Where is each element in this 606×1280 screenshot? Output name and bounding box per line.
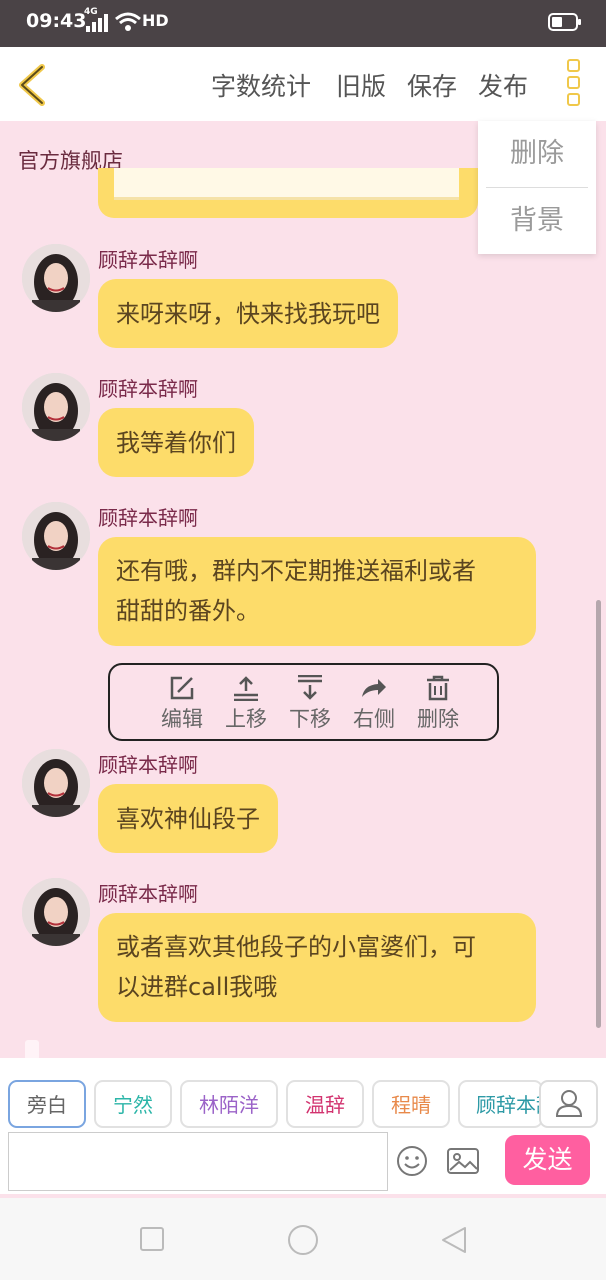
battery-icon [548,13,581,31]
delete-label: 删除 [417,707,459,731]
move-down-icon [298,675,322,700]
move-up-icon [234,676,258,701]
home-icon[interactable] [287,1224,319,1256]
role-tab[interactable]: 程晴 [372,1080,450,1128]
status-bar: 09:43 4G HD [0,0,606,47]
hd-indicator: HD [142,11,169,30]
message-input[interactable] [8,1132,388,1191]
message-text-line: 还有哦，群内不定期推送福利或者 [116,557,476,585]
message-text: 我等着你们 [116,428,236,457]
send-button[interactable]: 发送 [505,1135,590,1185]
avatar[interactable] [22,502,90,570]
sender-name: 顾辞本辞啊 [98,753,198,777]
right-side-action[interactable]: 右侧 [342,665,406,739]
avatar[interactable] [22,749,90,817]
move-up-label: 上移 [225,707,267,731]
role-tab[interactable]: 宁然 [94,1080,172,1128]
message-action-toolbar: 编辑 上移 下移 右侧 删除 [108,663,499,741]
avatar[interactable] [22,878,90,946]
message-text-line: 甜甜的番外。 [116,597,260,625]
role-tab[interactable]: 温辞 [286,1080,364,1128]
message-text-line: 以进群call我哦 [116,973,278,1001]
avatar[interactable] [22,373,90,441]
message-text: 来呀来呀，快来找我玩吧 [116,299,380,328]
word-count-button[interactable]: 字数统计 [211,67,311,103]
edit-label: 编辑 [161,707,203,731]
sender-name: 顾辞本辞啊 [98,882,198,906]
move-down-action[interactable]: 下移 [278,665,342,739]
message-text: 喜欢神仙段子 [116,804,260,833]
message-bubble[interactable]: 或者喜欢其他段子的小富婆们，可 以进群call我哦 [98,913,536,1022]
right-side-label: 右侧 [353,707,395,731]
sender-name: 顾辞本辞啊 [98,248,198,272]
move-down-label: 下移 [289,707,331,731]
message-text-line: 或者喜欢其他段子的小富婆们，可 [116,933,476,961]
role-tab[interactable]: 林陌洋 [180,1080,278,1128]
old-version-button[interactable]: 旧版 [336,67,386,103]
wifi-icon [115,12,141,31]
scrollbar[interactable] [596,600,601,1028]
save-button[interactable]: 保存 [407,67,457,103]
drag-handle[interactable] [25,1040,39,1060]
message-bubble-partial[interactable] [98,168,478,218]
avatar[interactable] [22,244,90,312]
publish-button[interactable]: 发布 [478,67,528,103]
more-menu-dropdown: 删除 背景 [478,121,596,254]
menu-delete[interactable]: 删除 [478,121,596,187]
sender-name: 顾辞本辞啊 [98,377,198,401]
back-arrow-icon[interactable] [14,63,50,107]
delete-action[interactable]: 删除 [406,665,470,739]
recent-apps-icon[interactable] [139,1226,165,1252]
role-label: 顾辞本辞啊 [476,1093,541,1117]
menu-background[interactable]: 背景 [478,188,596,254]
role-label: 林陌洋 [199,1093,259,1117]
edit-action[interactable]: 编辑 [150,665,214,739]
role-label: 程晴 [391,1093,431,1117]
editor-header: 字数统计 旧版 保存 发布 [0,47,606,121]
move-up-action[interactable]: 上移 [214,665,278,739]
status-time: 09:43 [26,10,87,32]
role-label: 旁白 [27,1093,67,1117]
share-right-icon [362,679,386,697]
image-icon[interactable] [446,1147,480,1175]
emoji-icon[interactable] [396,1145,428,1177]
back-nav-icon[interactable] [440,1226,468,1254]
role-label: 宁然 [113,1093,153,1117]
role-label: 温辞 [305,1093,345,1117]
add-role-button[interactable] [539,1080,598,1128]
embedded-card [114,168,459,200]
role-tab[interactable]: 顾辞本辞啊 [458,1080,543,1128]
more-menu-icon[interactable] [563,59,583,109]
system-nav-bar [0,1198,606,1280]
message-bubble[interactable]: 我等着你们 [98,408,254,477]
user-icon [555,1090,583,1117]
signal-icon [86,14,108,32]
trash-icon [427,675,449,701]
composer-panel: 旁白 宁然 林陌洋 温辞 程晴 顾辞本辞啊 发送 [0,1058,606,1194]
edit-icon [170,676,194,700]
message-bubble[interactable]: 来呀来呀，快来找我玩吧 [98,279,398,348]
role-tab-narrator[interactable]: 旁白 [8,1080,86,1128]
sender-name: 顾辞本辞啊 [98,506,198,530]
message-bubble[interactable]: 还有哦，群内不定期推送福利或者 甜甜的番外。 [98,537,536,646]
message-bubble[interactable]: 喜欢神仙段子 [98,784,278,853]
